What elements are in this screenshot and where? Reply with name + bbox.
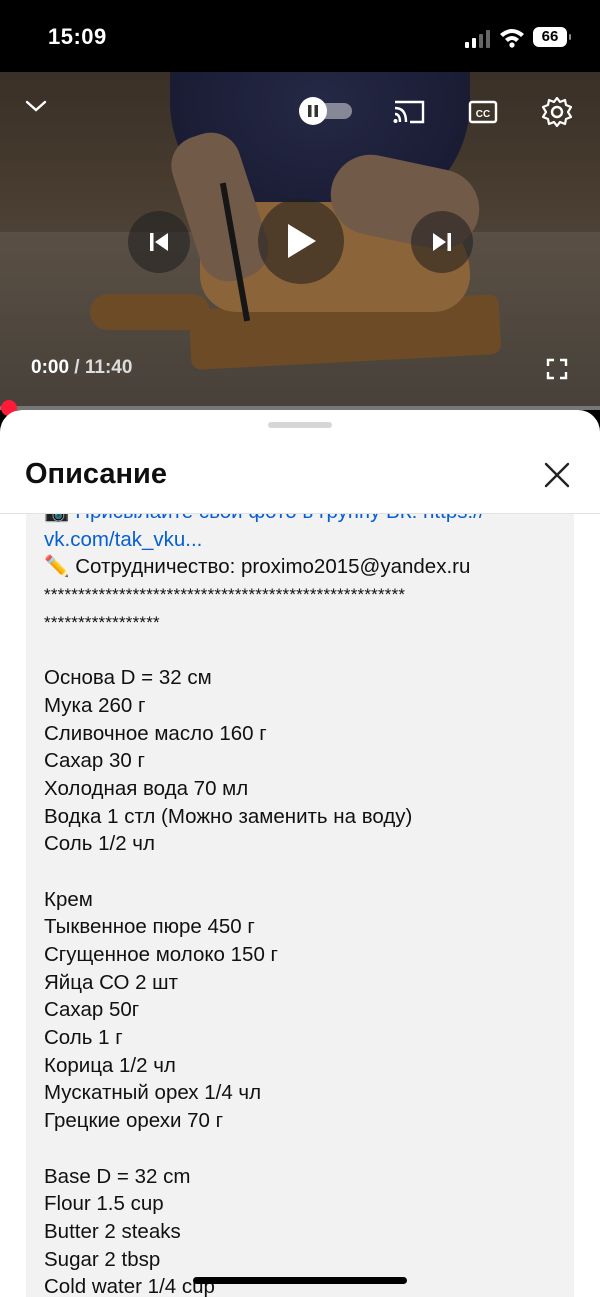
svg-text:CC: CC — [476, 109, 490, 120]
previous-icon — [150, 233, 168, 251]
ingredient-line: Base D = 32 cm — [44, 1164, 191, 1188]
autoplay-toggle[interactable] — [298, 97, 354, 125]
time-readout: 0:00 / 11:40 — [31, 357, 132, 379]
ingredient-line: Сливочное масло 160 г — [44, 721, 267, 745]
fullscreen-icon — [546, 358, 568, 380]
fullscreen-button[interactable] — [546, 358, 568, 380]
next-video-button[interactable] — [411, 211, 473, 273]
ingredient-line: Сахар 30 г — [44, 749, 145, 773]
battery-icon: 66 — [533, 27, 571, 47]
wifi-icon — [500, 29, 524, 48]
settings-button[interactable] — [541, 96, 573, 128]
ingredient-line: Соль 1 г — [44, 1026, 123, 1050]
status-bar: 15:09 66 — [0, 0, 600, 72]
ingredient-line: Сахар 50г — [44, 998, 140, 1022]
ingredient-line: Flour 1.5 cup — [44, 1192, 164, 1216]
play-icon — [288, 224, 316, 258]
autoplay-pause-icon — [299, 97, 352, 125]
video-duration: 11:40 — [84, 357, 133, 378]
captions-icon: CC — [468, 100, 498, 124]
ingredient-line: Тыквенное пюре 450 г — [44, 915, 255, 939]
cast-icon — [393, 100, 425, 124]
description-sheet: Описание 📷 Присылайте свои фото в группу… — [0, 410, 600, 1297]
ingredient-line: Корица 1/2 чл — [44, 1053, 176, 1077]
home-indicator — [193, 1277, 407, 1284]
play-button[interactable] — [258, 198, 344, 284]
signal-icon — [465, 30, 490, 48]
sheet-title: Описание — [25, 458, 167, 490]
close-icon — [544, 462, 570, 488]
ingredient-line: Сгущенное молоко 150 г — [44, 943, 279, 966]
ingredient-line: Butter 2 steaks — [44, 1219, 181, 1243]
video-player[interactable]: CC 0:00 / 11:40 — [0, 72, 600, 410]
time-separator: / — [69, 357, 85, 378]
description-body: 📷 Присылайте свои фото в группу ВК: http… — [26, 514, 574, 1297]
cast-button[interactable] — [392, 98, 426, 126]
previous-video-button[interactable] — [128, 211, 190, 273]
cream-ingredients-ru: Крем Тыквенное пюре 450 г Сгущенное молоко… — [44, 886, 564, 1135]
ingredient-line: Яйца СО 2 шт — [44, 970, 179, 994]
ingredient-line: Грецкие орехи 70 г — [44, 1109, 224, 1133]
ingredient-line: Мускатный орех 1/4 чл — [44, 1081, 262, 1105]
ingredient-line: Крем — [44, 887, 93, 911]
chevron-down-icon — [25, 100, 47, 112]
vk-link[interactable]: vk.com/tak_vku... — [44, 526, 564, 554]
description-text: 📷 Присылайте свои фото в группу ВК: http… — [44, 514, 564, 1297]
captions-button[interactable]: CC — [468, 98, 498, 126]
ingredient-line: Sugar 2 tbsp — [44, 1247, 161, 1271]
ingredient-line: Водка 1 стл (Можно заменить на воду) — [44, 804, 413, 828]
separator-stars: ****************************************… — [44, 585, 406, 605]
sheet-drag-handle[interactable] — [268, 422, 332, 428]
next-icon — [433, 233, 451, 251]
ingredient-line: Основа D = 32 см — [44, 666, 212, 690]
collapse-player-button[interactable] — [24, 98, 48, 114]
base-ingredients-ru: Основа D = 32 см Мука 260 г Сливочное масл… — [44, 664, 564, 858]
cooperation-line: ✏️ Сотрудничество: proximo2015@yandex.ru — [44, 555, 471, 579]
status-time: 15:09 — [48, 24, 107, 49]
separator-stars-2: ***************** — [44, 612, 160, 632]
ingredient-line: Соль 1/2 чл — [44, 832, 155, 856]
current-time: 0:00 — [31, 357, 70, 378]
description-partial-line[interactable]: 📷 Присылайте свои фото в группу ВК: http… — [44, 514, 564, 526]
ingredient-line: Мука 260 г — [44, 693, 146, 717]
close-button[interactable] — [540, 458, 574, 492]
ingredient-line: Холодная вода 70 мл — [44, 776, 249, 800]
settings-icon — [541, 96, 573, 128]
